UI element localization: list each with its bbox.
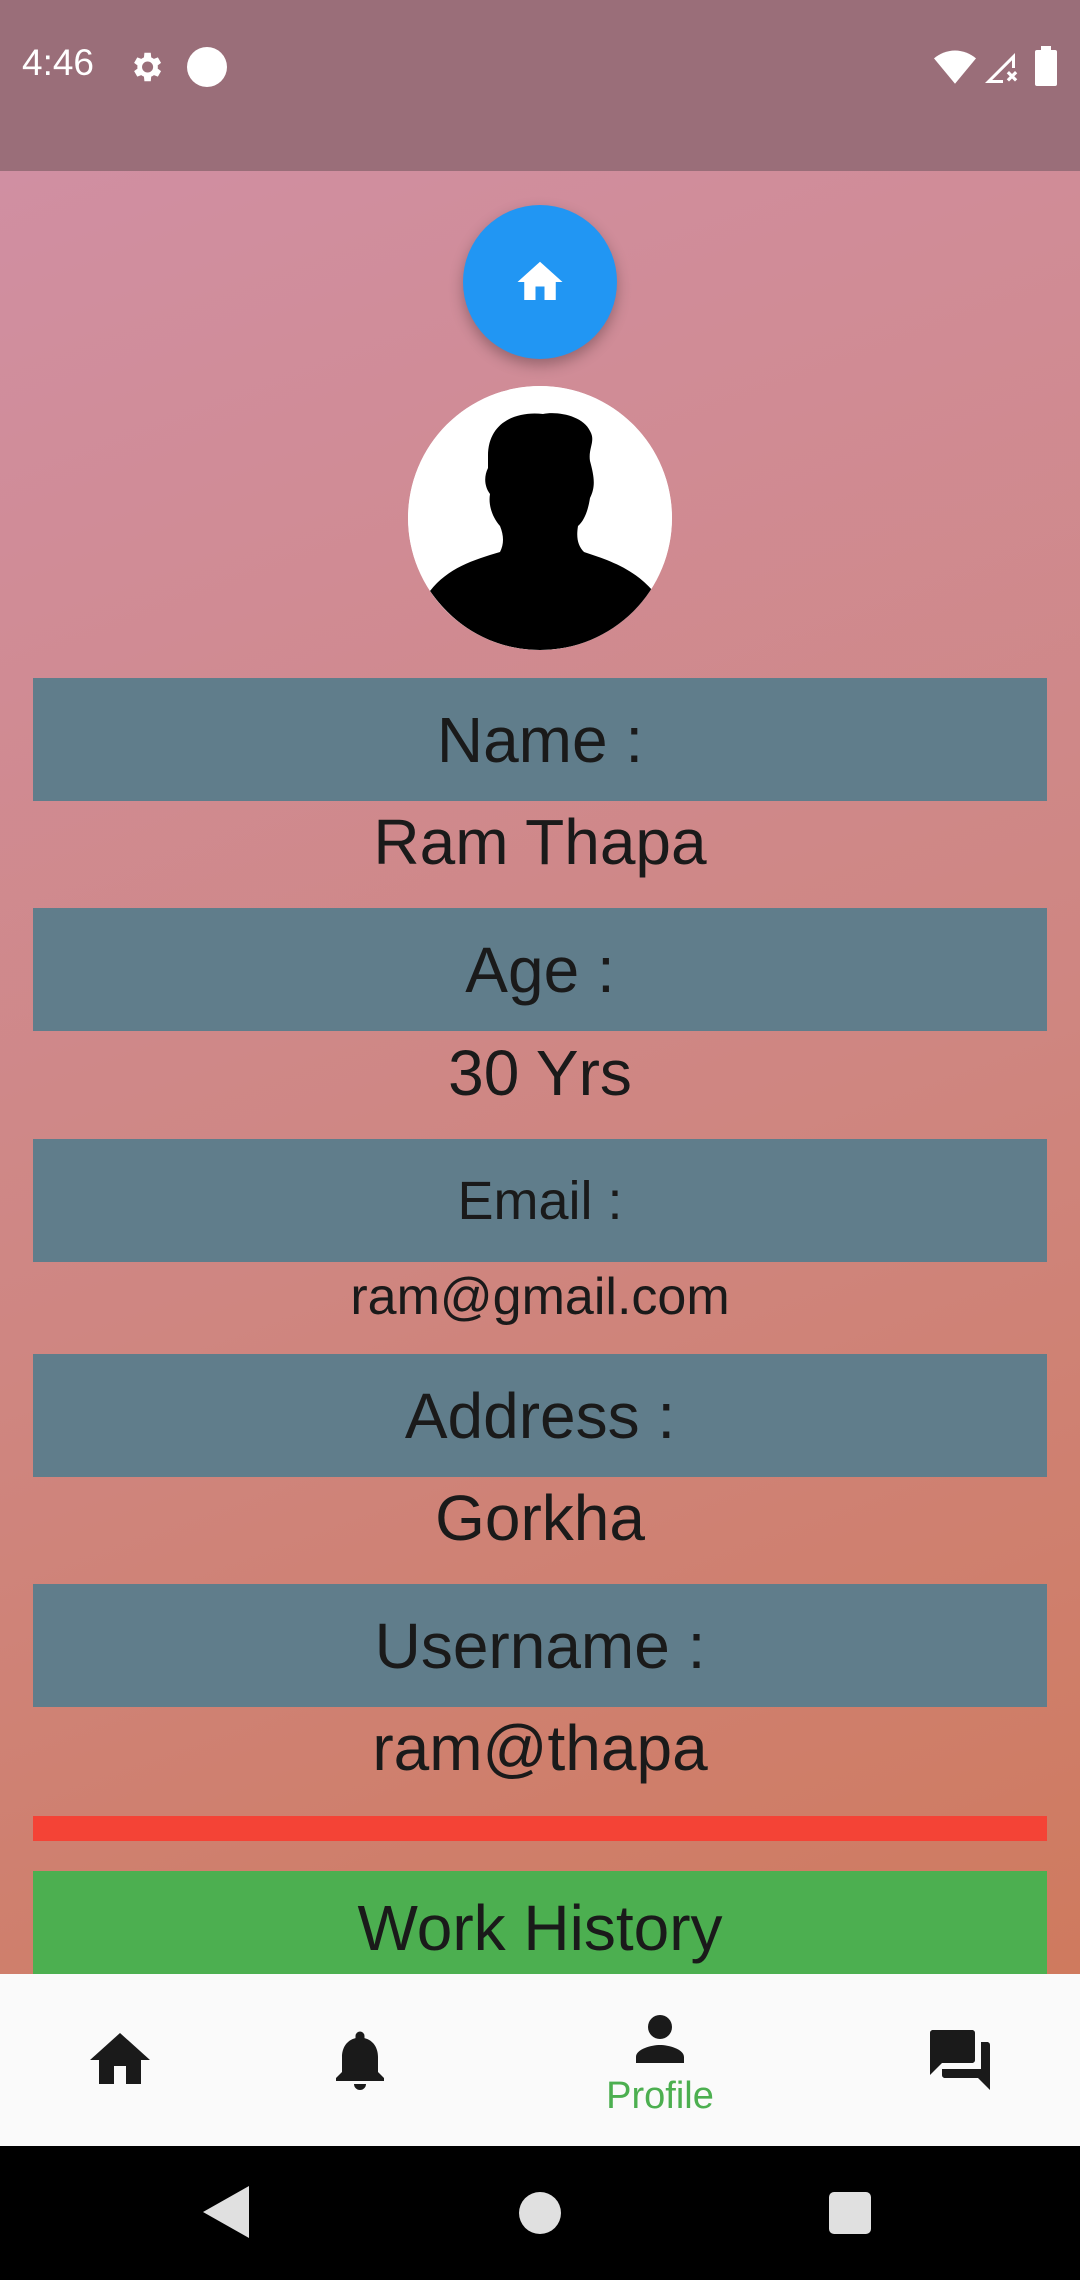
recents-icon[interactable] <box>829 2192 871 2234</box>
address-label: Address : <box>33 1354 1047 1477</box>
nav-item-profile[interactable]: Profile <box>560 1974 760 2146</box>
person-icon <box>636 2014 684 2063</box>
divider <box>33 1816 1047 1841</box>
nav-item-home[interactable] <box>70 1974 170 2146</box>
name-label: Name : <box>33 678 1047 801</box>
status-time: 4:46 <box>22 42 95 83</box>
back-icon[interactable] <box>203 2186 249 2238</box>
profile-screen: Name : Ram Thapa Age : 30 Yrs Email : ra… <box>0 171 1080 1974</box>
home-icon <box>517 261 563 300</box>
gear-icon <box>134 52 162 82</box>
circle-dot-icon <box>187 47 227 87</box>
avatar <box>408 386 672 650</box>
age-value: 30 Yrs <box>448 1037 632 1109</box>
bell-icon <box>336 2031 384 2090</box>
chat-icon <box>930 2030 990 2090</box>
address-value: Gorkha <box>435 1482 645 1554</box>
work-history-button[interactable]: Work History <box>33 1871 1047 1974</box>
system-nav-bar <box>0 2146 1080 2280</box>
wifi-icon <box>934 50 976 84</box>
nav-item-notifications[interactable] <box>310 1974 410 2146</box>
home-icon <box>90 2033 150 2084</box>
name-value: Ram Thapa <box>373 806 707 878</box>
username-value: ram@thapa <box>372 1712 708 1784</box>
battery-icon <box>1035 46 1057 86</box>
signal-icon <box>985 53 1018 83</box>
nav-item-chat[interactable] <box>910 1974 1010 2146</box>
username-label: Username : <box>33 1584 1047 1707</box>
status-bar: 4:46 <box>0 0 1080 171</box>
person-silhouette-icon <box>408 386 672 650</box>
email-value: ram@gmail.com <box>350 1268 730 1326</box>
home-button[interactable] <box>463 205 617 359</box>
age-label: Age : <box>33 908 1047 1031</box>
nav-label-profile: Profile <box>606 2074 714 2117</box>
bottom-nav: Profile <box>0 1974 1080 2146</box>
email-label: Email : <box>33 1139 1047 1262</box>
home-circle-icon[interactable] <box>519 2192 561 2234</box>
